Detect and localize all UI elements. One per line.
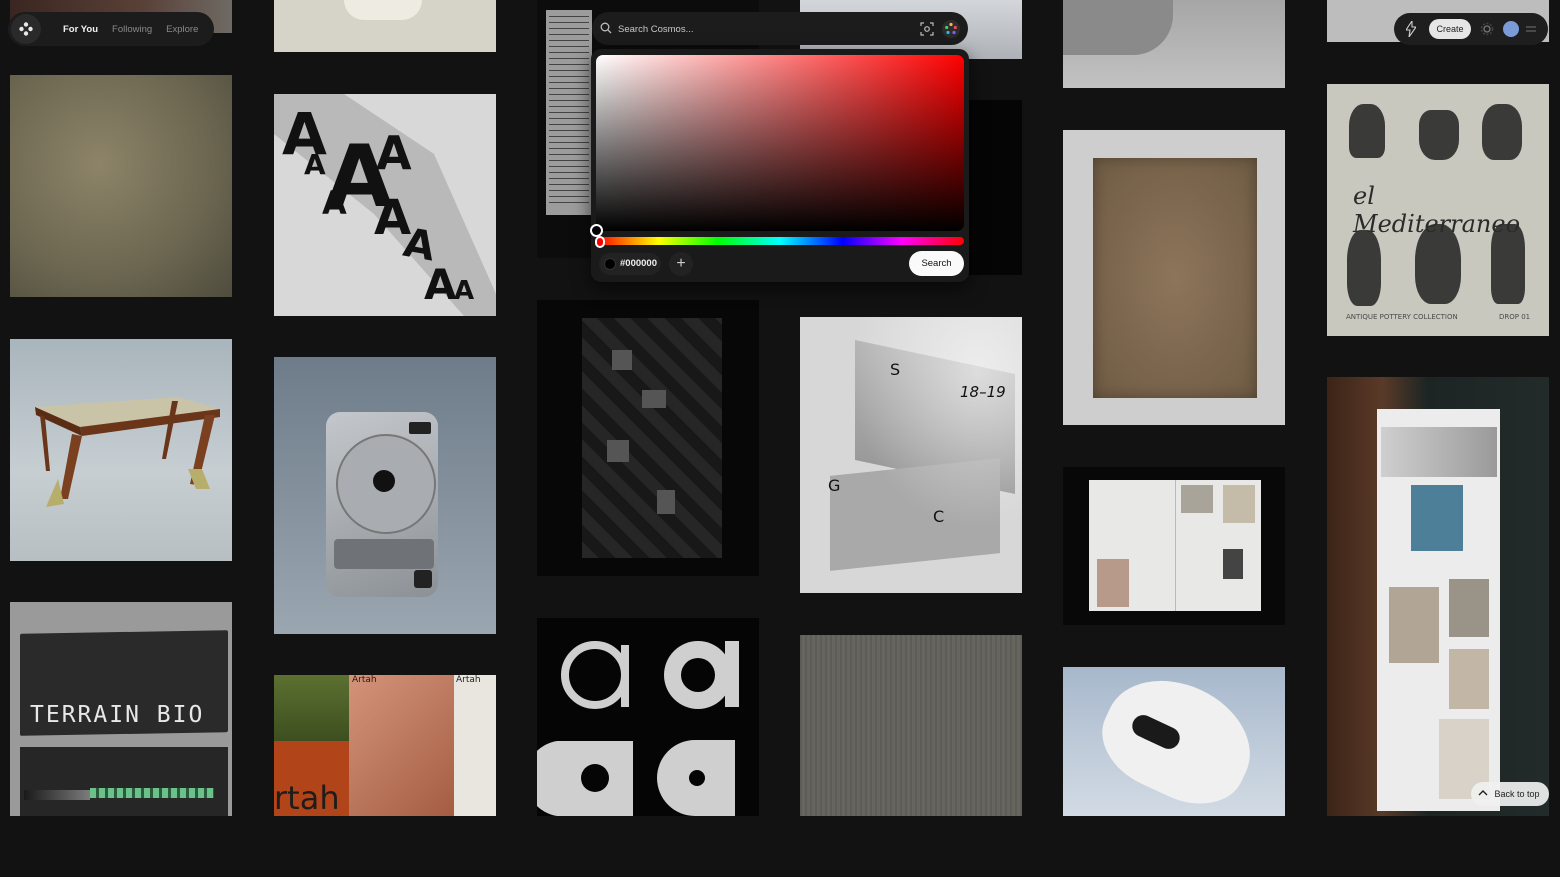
svg-text:A: A bbox=[376, 126, 412, 180]
mediterraneo-caption-left: ANTIQUE POTTERY COLLECTION bbox=[1346, 313, 1458, 321]
poster-letter-s: S bbox=[890, 360, 901, 379]
create-button[interactable]: Create bbox=[1429, 19, 1471, 39]
color-palette-icon[interactable] bbox=[942, 20, 960, 38]
image-tile-letter-a-glyphs[interactable] bbox=[537, 618, 759, 816]
saturation-handle[interactable] bbox=[590, 224, 603, 237]
search-icon bbox=[600, 22, 612, 34]
selected-color-chip[interactable]: #000000 bbox=[599, 253, 661, 275]
hue-handle[interactable] bbox=[595, 236, 605, 248]
hue-slider[interactable] bbox=[596, 237, 964, 245]
plus-icon: + bbox=[676, 255, 686, 272]
add-color-button[interactable]: + bbox=[669, 252, 693, 276]
svg-text:A: A bbox=[424, 260, 457, 309]
svg-text:A: A bbox=[454, 276, 474, 306]
image-tile-letter-a-poster[interactable]: A A A A A A A A A bbox=[274, 94, 496, 316]
svg-text:A: A bbox=[322, 184, 347, 222]
poster-year: 18–19 bbox=[960, 383, 1006, 401]
back-to-top-label: Back to top bbox=[1494, 789, 1540, 799]
image-tile-texture[interactable] bbox=[10, 75, 232, 297]
visual-search-icon[interactable] bbox=[920, 22, 934, 36]
image-tile-magazine[interactable] bbox=[1063, 467, 1285, 625]
image-tile-editorial-layout[interactable] bbox=[1327, 377, 1549, 816]
desk-illustration bbox=[35, 397, 220, 507]
image-tile-dark-collage[interactable] bbox=[537, 300, 759, 576]
top-right-toolbar: Create bbox=[1394, 13, 1548, 45]
letter-a-typography: A A A A A A A A A bbox=[274, 94, 496, 316]
nav-for-you[interactable]: For You bbox=[63, 24, 98, 35]
image-tile-grey-fabric[interactable] bbox=[800, 635, 1022, 816]
back-to-top-button[interactable]: Back to top bbox=[1471, 782, 1549, 806]
image-tile-mediterraneo[interactable]: el Mediterraneo ANTIQUE POTTERY COLLECTI… bbox=[1327, 84, 1549, 336]
image-tile-rug[interactable] bbox=[1063, 130, 1285, 425]
nav-explore[interactable]: Explore bbox=[166, 24, 198, 35]
avatar[interactable] bbox=[1503, 21, 1519, 37]
settings-icon[interactable] bbox=[1480, 22, 1494, 36]
main-nav: For You Following Explore bbox=[8, 12, 214, 46]
search-bar bbox=[592, 12, 968, 45]
artah-header-2: Artah bbox=[456, 675, 481, 685]
terrain-bio-text: TERRAIN BIO bbox=[30, 702, 205, 728]
menu-icon[interactable] bbox=[1526, 24, 1536, 34]
poster-letter-c: C bbox=[933, 507, 945, 526]
image-tile-grey-object[interactable] bbox=[1063, 0, 1285, 88]
color-picker-panel: #000000 + Search bbox=[590, 49, 969, 282]
image-tile-paper-poster[interactable]: S 18–19 G C bbox=[800, 317, 1022, 593]
image-tile-desk[interactable] bbox=[10, 339, 232, 561]
search-button[interactable]: Search bbox=[909, 251, 964, 276]
image-tile-turntable-device[interactable] bbox=[274, 357, 496, 634]
lightning-icon[interactable] bbox=[1406, 21, 1416, 37]
selected-color-swatch bbox=[604, 258, 616, 270]
image-tile-top-partial-2[interactable] bbox=[274, 0, 496, 52]
mediterraneo-title: el Mediterraneo bbox=[1353, 182, 1521, 238]
mediterraneo-caption-right: DROP 01 bbox=[1499, 313, 1531, 321]
image-tile-terrain-bio[interactable]: TERRAIN BIO bbox=[10, 602, 232, 816]
a-glyphs-illustration bbox=[537, 641, 739, 816]
image-tile-dark-partial[interactable] bbox=[968, 100, 1022, 275]
svg-text:A: A bbox=[304, 148, 326, 181]
artah-text: rtah bbox=[274, 779, 340, 816]
image-tile-artah[interactable]: Artah Artah rtah bbox=[274, 675, 496, 816]
poster-letter-g: G bbox=[828, 476, 841, 495]
image-tile-hairdryer[interactable] bbox=[1063, 667, 1285, 816]
logo-icon[interactable] bbox=[11, 14, 41, 44]
selected-color-hex: #000000 bbox=[620, 258, 657, 269]
search-input[interactable] bbox=[618, 20, 878, 38]
chevron-up-icon bbox=[1478, 790, 1488, 796]
artah-header-1: Artah bbox=[352, 675, 377, 685]
saturation-value-area[interactable] bbox=[596, 55, 964, 231]
nav-following[interactable]: Following bbox=[112, 24, 152, 35]
